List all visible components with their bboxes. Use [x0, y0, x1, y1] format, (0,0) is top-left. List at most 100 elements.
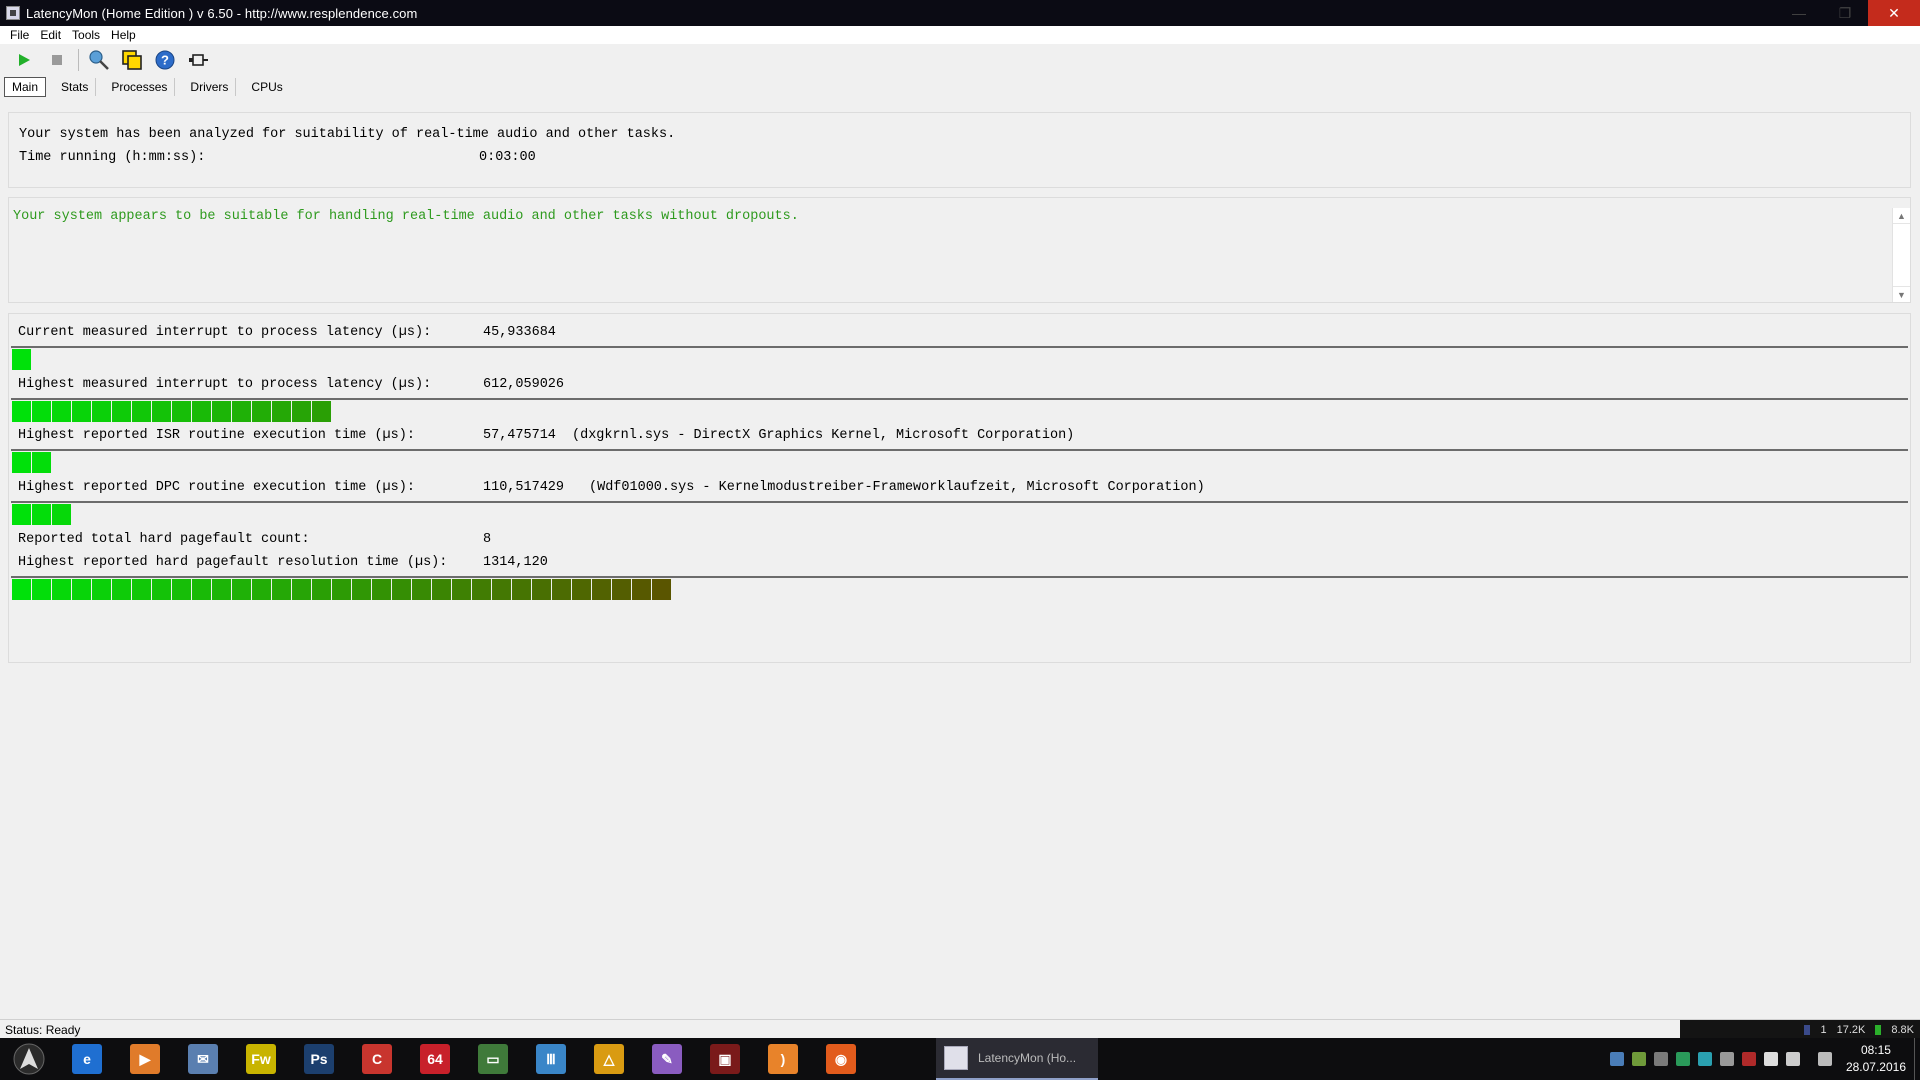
volume-icon[interactable]: [1785, 1052, 1800, 1066]
taskbar-app-glyph: ✉: [188, 1044, 218, 1074]
time-running-label: Time running (h:mm:ss):: [19, 150, 206, 165]
bar-segment: [312, 401, 331, 422]
svg-text:?: ?: [161, 53, 169, 68]
current-latency-value: 45,933684: [483, 325, 556, 340]
net-up: 8.8K: [1891, 1023, 1914, 1036]
bar-segment: [252, 579, 271, 600]
bar-segment: [652, 579, 671, 600]
window-button[interactable]: [120, 48, 144, 72]
bar-segment: [112, 579, 131, 600]
pencils-icon[interactable]: ✎: [638, 1038, 696, 1080]
fireworks-icon[interactable]: Fw: [232, 1038, 290, 1080]
close-button[interactable]: ✕: [1868, 0, 1920, 26]
taskbar-app-glyph: ): [768, 1044, 798, 1074]
bar-segment: [72, 401, 91, 422]
latencymon-task-icon: [944, 1046, 968, 1070]
equalizer-icon[interactable]: Ⅲ: [522, 1038, 580, 1080]
security-tray-icon[interactable]: [1697, 1052, 1712, 1066]
window-controls: — ❐ ✕: [1776, 0, 1920, 26]
bar-segment: [92, 579, 111, 600]
status-text: Status: Ready: [5, 1023, 81, 1037]
edge-icon[interactable]: e: [58, 1038, 116, 1080]
pagefault-time-label: Highest reported hard pagefault resoluti…: [18, 555, 448, 570]
start-button[interactable]: [12, 48, 36, 72]
bar-segment: [32, 579, 51, 600]
menu-help[interactable]: Help: [111, 28, 136, 42]
toolbar-separator: [78, 49, 79, 71]
gpu-z-icon[interactable]: ▣: [696, 1038, 754, 1080]
summary-panel: Your system has been analyzed for suitab…: [8, 112, 1911, 188]
verdict-scrollbar[interactable]: ▲ ▼: [1892, 208, 1910, 302]
maximize-button[interactable]: ❐: [1822, 0, 1868, 26]
gpu-tray-icon[interactable]: [1653, 1052, 1668, 1066]
taskbar-latencymon-button[interactable]: LatencyMon (Ho...: [936, 1038, 1098, 1080]
rss-icon[interactable]: ): [754, 1038, 812, 1080]
bar-segment: [312, 579, 331, 600]
photoshop-icon[interactable]: Ps: [290, 1038, 348, 1080]
network-meter: 1 17.2K 8.8K: [1680, 1020, 1920, 1039]
dpc-bar-fill: [12, 504, 72, 525]
pagefault-time-bar: [11, 576, 1908, 600]
tab-processes[interactable]: Processes: [104, 78, 176, 96]
tab-main[interactable]: Main: [4, 77, 47, 97]
net-bar-icon: [1875, 1024, 1882, 1035]
wifi-icon[interactable]: [1763, 1052, 1778, 1066]
thunderbird-icon[interactable]: ✉: [174, 1038, 232, 1080]
stop-button[interactable]: [45, 48, 69, 72]
bar-segment: [112, 401, 131, 422]
help-button[interactable]: ?: [153, 48, 177, 72]
bar-segment: [232, 579, 251, 600]
show-desktop-button[interactable]: [1914, 1038, 1920, 1080]
analyze-button[interactable]: [87, 48, 111, 72]
isr-bar-fill: [12, 452, 52, 473]
minimize-button[interactable]: —: [1776, 0, 1822, 26]
pin-button[interactable]: [186, 48, 210, 72]
bar-segment: [252, 401, 271, 422]
scroll-up-icon[interactable]: ▲: [1893, 208, 1910, 224]
tab-cpus[interactable]: CPUs: [244, 78, 289, 96]
highest-latency-bar-fill: [12, 401, 332, 422]
current-latency-bar: [11, 346, 1908, 370]
tab-drivers[interactable]: Drivers: [183, 78, 237, 96]
net-count: 1: [1820, 1023, 1827, 1036]
nvidia-icon[interactable]: [1631, 1052, 1646, 1066]
clock[interactable]: 08:15 28.07.2016: [1846, 1042, 1906, 1076]
bar-segment: [412, 579, 431, 600]
time-running-value: 0:03:00: [479, 150, 536, 165]
menu-tools[interactable]: Tools: [72, 28, 100, 42]
aida64-icon[interactable]: 64: [406, 1038, 464, 1080]
stop-icon: [52, 55, 62, 65]
gpu-card-icon[interactable]: ▭: [464, 1038, 522, 1080]
steam-icon[interactable]: [1609, 1052, 1624, 1066]
taskbar-app-glyph: Ps: [304, 1044, 334, 1074]
scroll-down-icon[interactable]: ▼: [1893, 286, 1910, 302]
ccleaner-icon[interactable]: C: [348, 1038, 406, 1080]
network-tray-icon[interactable]: [1675, 1052, 1690, 1066]
tab-stats[interactable]: Stats: [54, 78, 97, 96]
dpc-driver-detail: (Wdf01000.sys - Kernelmodustreiber-Frame…: [589, 480, 1205, 495]
verdict-text: Your system appears to be suitable for h…: [13, 209, 799, 224]
pin-icon: [189, 54, 208, 66]
usb-tray-icon[interactable]: [1719, 1052, 1734, 1066]
arch-start-icon[interactable]: [0, 1038, 58, 1080]
menu-file[interactable]: File: [10, 28, 29, 42]
media-player-icon[interactable]: ▶: [116, 1038, 174, 1080]
menu-edit[interactable]: Edit: [40, 28, 61, 42]
shield-tray-icon[interactable]: [1741, 1052, 1756, 1066]
taskbar-app-glyph: C: [362, 1044, 392, 1074]
help-icon: ?: [155, 50, 175, 70]
active-task-label: LatencyMon (Ho...: [978, 1051, 1077, 1065]
dpc-bar: [11, 501, 1908, 525]
bar-segment: [592, 579, 611, 600]
pagefault-count-value: 8: [483, 532, 492, 547]
taskbar-app-glyph: Ⅲ: [536, 1044, 566, 1074]
bar-segment: [432, 579, 451, 600]
notification-icon[interactable]: [1817, 1052, 1832, 1066]
status-bar: Status: Ready 1 17.2K 8.8K: [0, 1019, 1920, 1039]
highest-latency-label: Highest measured interrupt to process la…: [18, 377, 432, 392]
aimp-icon[interactable]: △: [580, 1038, 638, 1080]
pagefault-time-value: 1314,120: [483, 555, 548, 570]
isr-value: 57,475714: [483, 428, 556, 443]
firefox-icon[interactable]: ◉: [812, 1038, 870, 1080]
arch-logo-icon: [13, 1043, 45, 1075]
